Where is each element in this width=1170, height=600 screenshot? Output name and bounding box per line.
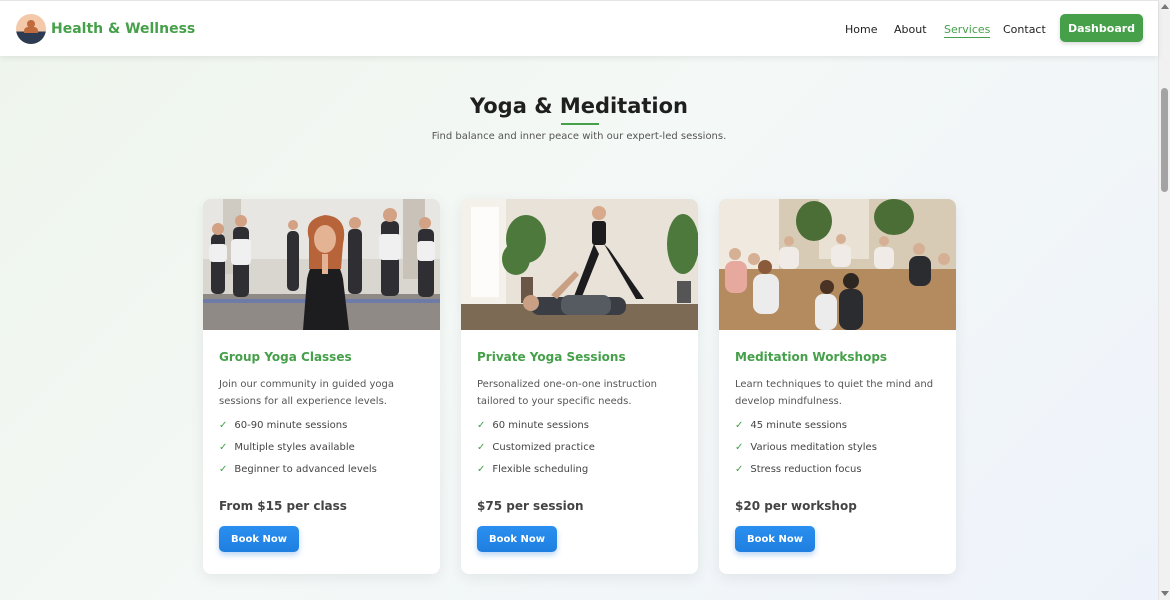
card-price: From $15 per class (219, 499, 347, 513)
service-card-group-yoga: Group Yoga Classes Join our community in… (203, 199, 440, 574)
nav-home[interactable]: Home (845, 23, 877, 36)
book-now-button[interactable]: Book Now (735, 526, 815, 552)
service-card-private-yoga: Private Yoga Sessions Personalized one-o… (461, 199, 698, 574)
feature-item: ✓ Stress reduction focus (735, 464, 862, 475)
feature-item: ✓ Multiple styles available (219, 442, 355, 453)
feature-item: ✓ 45 minute sessions (735, 420, 847, 431)
group-yoga-photo (203, 199, 440, 330)
check-icon: ✓ (735, 420, 744, 431)
feature-item: ✓ Various meditation styles (735, 442, 877, 453)
card-price: $75 per session (477, 499, 584, 513)
scroll-thumb[interactable] (1161, 88, 1168, 192)
private-yoga-photo (461, 199, 698, 330)
card-price: $20 per workshop (735, 499, 857, 513)
dashboard-button[interactable]: Dashboard (1060, 14, 1143, 42)
card-title: Private Yoga Sessions (477, 350, 626, 364)
check-icon: ✓ (477, 420, 486, 431)
check-icon: ✓ (477, 442, 486, 453)
feature-item: ✓ Flexible scheduling (477, 464, 589, 475)
card-title: Group Yoga Classes (219, 350, 352, 364)
check-icon: ✓ (219, 442, 228, 453)
nav-contact[interactable]: Contact (1003, 23, 1046, 36)
title-underline (561, 123, 599, 125)
feature-item: ✓ Customized practice (477, 442, 595, 453)
brand-name[interactable]: Health & Wellness (51, 21, 195, 37)
page-scrollbar[interactable] (1158, 0, 1170, 600)
nav-about[interactable]: About (894, 23, 927, 36)
card-description: Learn techniques to quiet the mind and d… (735, 379, 934, 407)
card-title: Meditation Workshops (735, 350, 888, 364)
check-icon: ✓ (735, 464, 744, 475)
service-card-meditation: Meditation Workshops Learn techniques to… (719, 199, 956, 574)
site-header: Health & Wellness Home About Services Co… (0, 0, 1158, 56)
section-title: Yoga & Meditation (469, 94, 689, 118)
feature-item: ✓ Beginner to advanced levels (219, 464, 377, 475)
nav-services[interactable]: Services (944, 23, 991, 38)
book-now-button[interactable]: Book Now (477, 526, 557, 552)
book-now-button[interactable]: Book Now (219, 526, 299, 552)
section-subtitle: Find balance and inner peace with our ex… (431, 131, 727, 142)
check-icon: ✓ (735, 442, 744, 453)
feature-item: ✓ 60-90 minute sessions (219, 420, 348, 431)
meditation-avatar-icon (16, 14, 46, 44)
feature-item: ✓ 60 minute sessions (477, 420, 589, 431)
meditation-photo (719, 199, 956, 330)
card-description: Personalized one-on-one instruction tail… (477, 379, 658, 407)
card-description: Join our community in guided yoga sessio… (219, 379, 394, 407)
check-icon: ✓ (219, 464, 228, 475)
scroll-up-arrow-icon[interactable] (1161, 4, 1169, 9)
check-icon: ✓ (219, 420, 228, 431)
scroll-down-arrow-icon[interactable] (1161, 591, 1169, 596)
check-icon: ✓ (477, 464, 486, 475)
brand-logo[interactable]: Health & Wellness (16, 14, 195, 44)
